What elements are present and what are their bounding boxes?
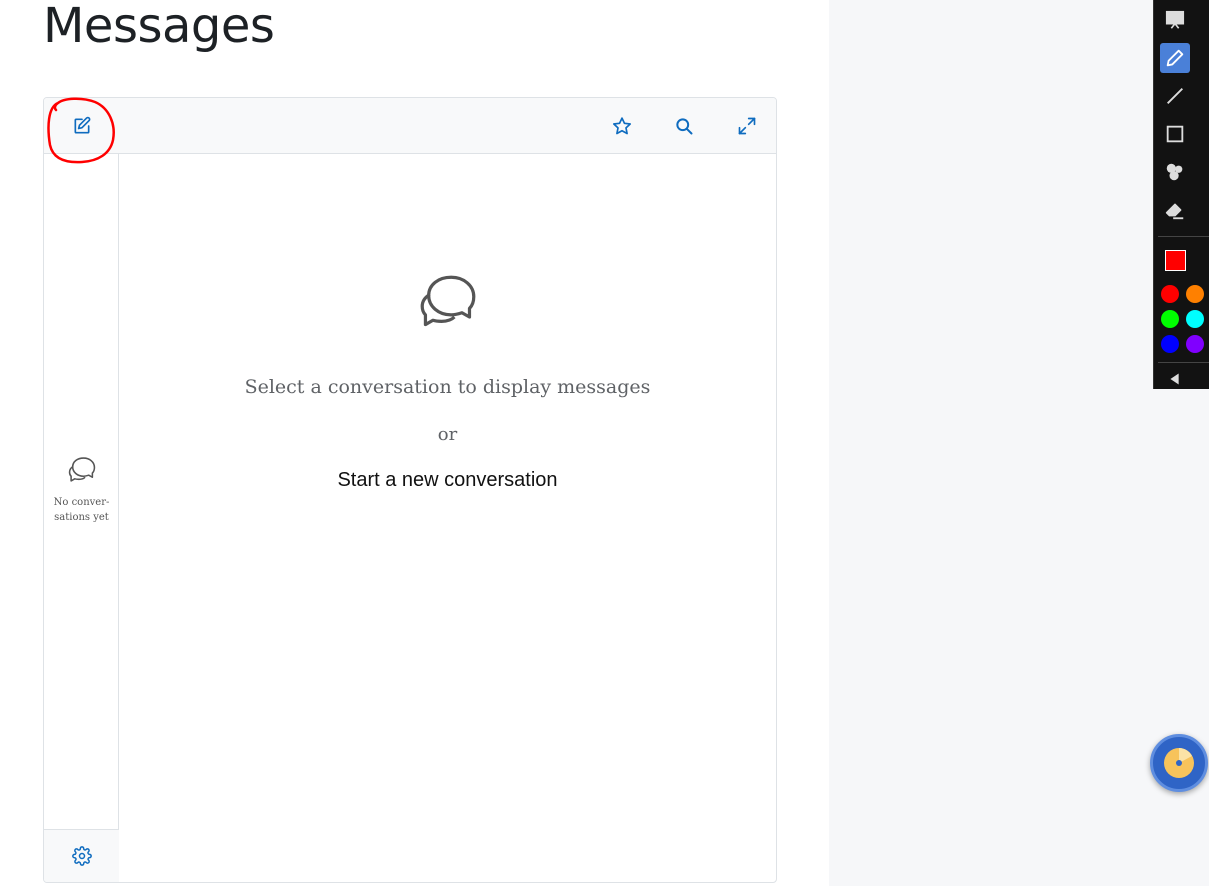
disc-icon	[1164, 748, 1194, 778]
presentation-tool[interactable]	[1160, 5, 1190, 35]
color-green[interactable]	[1161, 310, 1179, 328]
conversation-list-footer	[44, 829, 119, 882]
start-new-conversation-link[interactable]: Start a new conversation	[119, 469, 776, 492]
line-icon	[1167, 88, 1183, 104]
star-icon	[613, 117, 631, 135]
gear-icon	[72, 846, 92, 866]
search-button[interactable]	[668, 110, 700, 142]
settings-button[interactable]	[66, 840, 98, 872]
color-purple[interactable]	[1186, 335, 1204, 353]
stamp-tool[interactable]	[1160, 157, 1190, 187]
current-color-swatch[interactable]	[1160, 245, 1190, 275]
triangle-left-icon	[1170, 373, 1179, 385]
color-blue[interactable]	[1161, 335, 1179, 353]
red-circle-annotation	[47, 97, 115, 164]
page-title: Messages	[43, 0, 275, 54]
floating-action-button[interactable]	[1150, 734, 1208, 792]
favourites-button[interactable]	[606, 110, 638, 142]
pen-tool[interactable]	[1160, 43, 1190, 73]
conversation-list-column: No conver- sations yet	[44, 98, 119, 882]
message-area-header	[119, 98, 776, 154]
expand-button[interactable]	[731, 110, 763, 142]
color-red[interactable]	[1161, 285, 1179, 303]
numbered-stamp-icon	[1166, 163, 1183, 181]
toolbar-divider	[1158, 362, 1209, 363]
line-tool[interactable]	[1160, 81, 1190, 111]
eraser-tool[interactable]	[1160, 195, 1190, 225]
chat-bubbles-icon	[420, 275, 475, 327]
or-text: or	[437, 424, 458, 445]
chat-bubbles-icon	[68, 457, 95, 482]
presentation-icon	[1165, 10, 1185, 29]
empty-message-area: Select a conversation to display message…	[119, 273, 776, 492]
collapse-toolbar-button[interactable]	[1160, 364, 1190, 394]
current-color-box	[1164, 249, 1186, 271]
messages-panel: No conver- sations yet Select a conversa…	[43, 97, 777, 883]
annotation-toolbar	[1153, 0, 1209, 389]
rectangle-icon	[1166, 125, 1184, 143]
eraser-icon	[1165, 203, 1184, 220]
select-conversation-text: Select a conversation to display message…	[244, 376, 651, 398]
color-orange[interactable]	[1186, 285, 1204, 303]
pencil-icon	[1166, 49, 1184, 67]
expand-icon	[738, 117, 756, 135]
rectangle-tool[interactable]	[1160, 119, 1190, 149]
empty-conversations-label: No conver- sations yet	[53, 497, 110, 523]
color-cyan[interactable]	[1186, 310, 1204, 328]
toolbar-divider	[1158, 236, 1209, 237]
search-icon	[676, 118, 693, 135]
empty-conversations: No conver- sations yet	[44, 456, 119, 525]
